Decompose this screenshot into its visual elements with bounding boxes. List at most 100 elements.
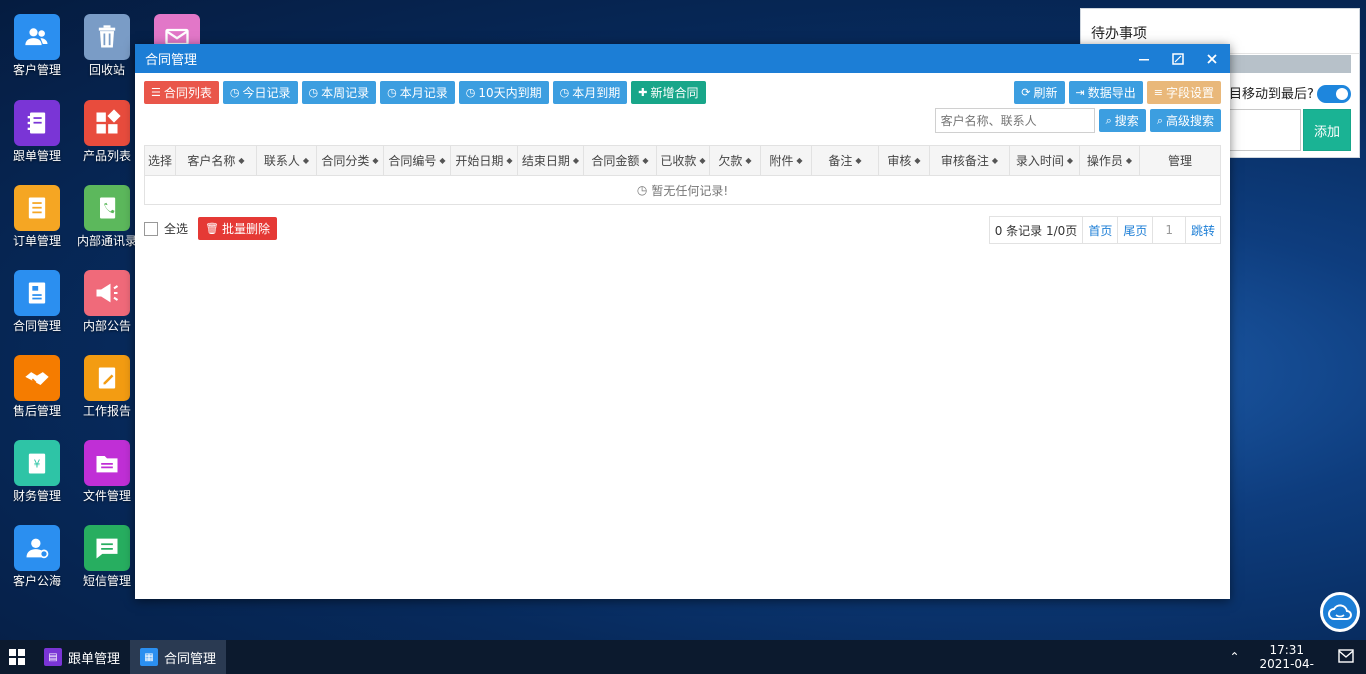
col-customer[interactable]: 客户名称 ◆ — [176, 146, 257, 175]
pager-last[interactable]: 尾页 — [1118, 217, 1154, 243]
desktop-icon-customer-pool[interactable]: 客户公海 — [1, 525, 73, 588]
document-icon — [14, 185, 60, 231]
chevron-up-icon[interactable]: ⌃ — [1221, 650, 1247, 664]
export-icon: ⇥ — [1075, 86, 1085, 99]
col-review-remarks[interactable]: 审核备注 ◆ — [930, 146, 1010, 175]
pager-first[interactable]: 首页 — [1083, 217, 1119, 243]
sort-icon: ◆ — [302, 155, 310, 165]
col-entry-time[interactable]: 录入时间 ◆ — [1010, 146, 1080, 175]
clock[interactable]: 17:31 2021-04- — [1248, 643, 1326, 671]
sms-icon — [84, 525, 130, 571]
pager-page-input[interactable]: 1 — [1153, 217, 1186, 243]
toolbar-right: ⟳ 刷新 ⇥ 数据导出 ≡ 字段设置 — [1014, 81, 1221, 104]
batch-delete-button[interactable]: 🗑 批量删除 — [198, 217, 277, 240]
contract-list-button[interactable]: ☰ 合同列表 — [144, 81, 219, 104]
pager: 0 条记录 1/0页 首页 尾页 1 跳转 — [988, 216, 1221, 244]
taskbar-item-contract[interactable]: ▦ 合同管理 — [130, 640, 227, 674]
trash-icon: 🗑 — [205, 222, 219, 235]
windows-start-icon[interactable] — [0, 640, 34, 674]
col-remarks[interactable]: 备注 ◆ — [812, 146, 879, 175]
col-amount[interactable]: 合同金额 ◆ — [584, 146, 657, 175]
sort-icon: ◆ — [372, 155, 379, 165]
advanced-search-button[interactable]: ⌕ 高级搜索 — [1149, 109, 1221, 132]
pager-summary: 0 条记录 1/0页 — [990, 217, 1084, 243]
todo-add-button[interactable]: 添加 — [1303, 109, 1351, 151]
refresh-button[interactable]: ⟳ 刷新 — [1014, 81, 1065, 104]
col-operator[interactable]: 操作员 ◆ — [1080, 146, 1140, 175]
col-review[interactable]: 审核 ◆ — [879, 146, 930, 175]
desktop-icon-customer[interactable]: 客户管理 — [1, 14, 73, 77]
col-contact[interactable]: 联系人 ◆ — [257, 146, 317, 175]
handshake-icon — [14, 355, 60, 401]
sort-icon: ◆ — [745, 155, 752, 165]
phone-book-icon — [84, 185, 130, 231]
search-icon: ⌕ — [1105, 113, 1112, 127]
col-start-date[interactable]: 开始日期 ◆ — [451, 146, 518, 175]
desktop-icon-announcement[interactable]: 内部公告 — [71, 270, 143, 333]
month-due-button[interactable]: ◷ 本月到期 — [552, 81, 628, 104]
table-header: 选择 客户名称 ◆ 联系人 ◆ 合同分类 ◆ 合同编号 ◆ 开始日期 ◆ 结束日期 ◆ 合同… — [145, 146, 1220, 176]
bulk-actions: 全选 🗑 批量删除 — [144, 217, 277, 240]
trash-icon — [84, 14, 130, 60]
ten-days-due-button[interactable]: ◷ 10天内到期 — [458, 81, 549, 104]
todo-textarea[interactable] — [1229, 109, 1301, 151]
add-contract-button[interactable]: ✚ 新增合同 — [631, 81, 706, 104]
select-all-checkbox[interactable] — [144, 221, 158, 236]
clock-icon: ◷ — [559, 86, 570, 99]
svg-text:¥: ¥ — [34, 459, 41, 471]
desktop-icon-contract[interactable]: 合同管理 — [1, 270, 73, 333]
col-select: 选择 — [145, 146, 176, 175]
col-manage: 管理 — [1167, 154, 1192, 168]
report-icon — [84, 355, 130, 401]
sort-icon: ◆ — [506, 155, 513, 165]
contract-table: 选择 客户名称 ◆ 联系人 ◆ 合同分类 ◆ 合同编号 ◆ 开始日期 ◆ 结束日期 ◆ 合同… — [144, 145, 1221, 205]
col-category[interactable]: 合同分类 ◆ — [317, 146, 384, 175]
pager-jump[interactable]: 跳转 — [1186, 217, 1220, 243]
month-records-button[interactable]: ◷ 本月记录 — [380, 81, 455, 104]
close-icon[interactable] — [1202, 49, 1222, 69]
maximize-icon[interactable] — [1168, 49, 1188, 69]
contract-window: 合同管理 ☰ 合同列表 ◷ 今日记录 ◷ 本周记录 ◷ 本月记录 ◷ 10天内到… — [135, 44, 1230, 599]
user-pool-icon — [14, 525, 60, 571]
todo-move-toggle[interactable] — [1317, 85, 1351, 103]
clock-icon: ◷ — [387, 86, 397, 99]
export-button[interactable]: ⇥ 数据导出 — [1068, 81, 1143, 104]
desktop-icon-products[interactable]: 产品列表 — [71, 100, 143, 163]
folder-icon — [84, 440, 130, 486]
cloud-float-button[interactable] — [1320, 592, 1360, 632]
select-all-label[interactable]: 全选 — [164, 220, 188, 237]
col-number[interactable]: 合同编号 ◆ — [384, 146, 451, 175]
today-records-button[interactable]: ◷ 今日记录 — [222, 81, 298, 104]
window-titlebar[interactable]: 合同管理 — [135, 44, 1230, 73]
desktop-icon-contacts[interactable]: 内部通讯录 — [71, 185, 143, 248]
field-settings-button[interactable]: ≡ 字段设置 — [1146, 81, 1221, 104]
col-end-date[interactable]: 结束日期 ◆ — [518, 146, 584, 175]
desktop-icon-recycle[interactable]: 回收站 — [71, 14, 143, 77]
desktop-icon-finance[interactable]: ¥ 财务管理 — [1, 440, 73, 503]
desktop-icon-followup[interactable]: 跟单管理 — [1, 100, 73, 163]
search-button[interactable]: ⌕ 搜索 — [1098, 109, 1146, 132]
notification-icon[interactable] — [1326, 648, 1366, 666]
minimize-icon[interactable] — [1134, 49, 1154, 69]
desktop-icon-aftersales[interactable]: 售后管理 — [1, 355, 73, 418]
week-records-button[interactable]: ◷ 本周记录 — [301, 81, 377, 104]
taskbar-item-followup[interactable]: ▤ 跟单管理 — [34, 640, 130, 674]
sort-icon: ◆ — [914, 155, 921, 165]
sort-icon: ◆ — [572, 155, 580, 165]
desktop-icon-files[interactable]: 文件管理 — [71, 440, 143, 503]
clock-icon: ◷ — [308, 86, 319, 99]
col-received[interactable]: 已收款 ◆ — [657, 146, 710, 175]
clock-icon: ◷ — [636, 183, 648, 197]
desktop-icon-report[interactable]: 工作报告 — [71, 355, 143, 418]
clock-icon: ◷ — [229, 86, 240, 99]
toolbar: ☰ 合同列表 ◷ 今日记录 ◷ 本周记录 ◷ 本月记录 ◷ 10天内到期 ◷ 本… — [144, 81, 706, 104]
contract-icon: ▦ — [140, 648, 159, 666]
desktop-icon-orders[interactable]: 订单管理 — [1, 185, 73, 248]
col-attachment[interactable]: 附件 ◆ — [761, 146, 812, 175]
empty-row: ◷ 暂无任何记录! — [636, 183, 729, 198]
col-owed[interactable]: 欠款 ◆ — [710, 146, 761, 175]
todo-move-label: 目移动到最后? — [1229, 87, 1314, 102]
desktop-icon-sms[interactable]: 短信管理 — [71, 525, 143, 588]
sort-icon: ◆ — [991, 155, 999, 165]
search-input[interactable] — [934, 108, 1095, 133]
